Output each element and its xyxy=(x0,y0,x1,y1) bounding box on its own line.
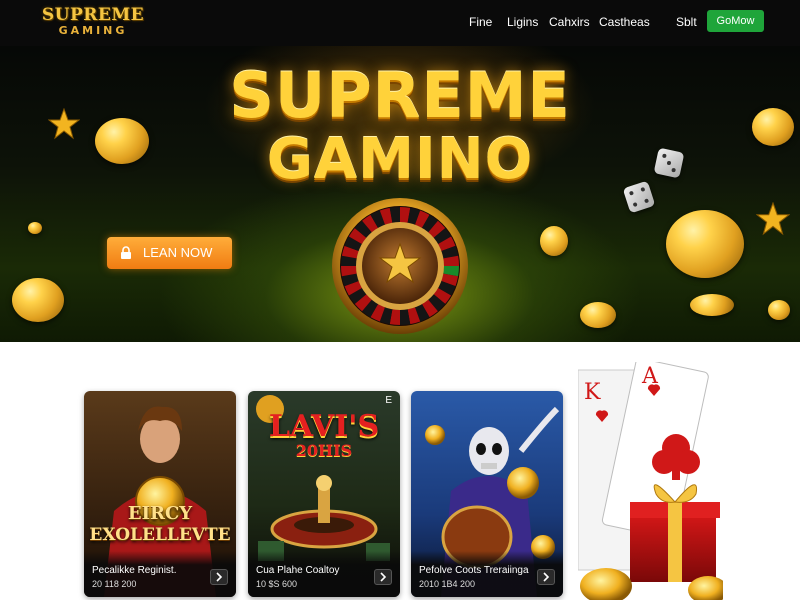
card-meta: 20 118 200 xyxy=(92,579,137,589)
card-meta: 2010 1B4 200 xyxy=(419,579,476,589)
nav-cta-button[interactable]: GoMow xyxy=(707,10,764,32)
nav-link-fine[interactable]: Fine xyxy=(469,14,492,30)
gold-coin-icon xyxy=(12,278,64,322)
card-rank-a: A xyxy=(642,364,658,389)
game-card[interactable]: LAVI'S 20HIS E Cua Plahe Coaltoy 10 $S 6… xyxy=(248,391,400,597)
gold-coin-icon xyxy=(95,118,149,164)
gold-coin-icon xyxy=(690,294,734,316)
card-art-text-line1: EIRCY xyxy=(127,503,193,524)
nav-link-sblt[interactable]: Sblt xyxy=(676,14,697,30)
chevron-right-icon[interactable] xyxy=(374,569,392,585)
logo-wordmark: SUPREME xyxy=(41,5,145,25)
gold-coin-icon xyxy=(666,210,744,278)
card-title: Pefolve Coots Treraiinga xyxy=(419,565,529,576)
gold-coin-icon xyxy=(768,300,790,320)
nav-link-cahxirs[interactable]: Cahxirs xyxy=(549,14,590,30)
card-title: Cua Plahe Coaltoy xyxy=(256,565,340,576)
promo-panel[interactable]: K A xyxy=(578,362,723,600)
gold-coin-icon xyxy=(752,108,794,146)
card-art-text-line2: EXOLELLEVTE xyxy=(89,525,231,545)
chevron-right-icon[interactable] xyxy=(210,569,228,585)
top-navbar: SUPREME GAMING Fine Ligins Cahxirs Casth… xyxy=(0,0,800,46)
chevron-right-icon[interactable] xyxy=(537,569,555,585)
star-icon xyxy=(756,202,790,236)
card-corner-glyph: E xyxy=(385,395,392,406)
roulette-wheel-icon xyxy=(332,198,468,334)
card-art-text-line1: LAVI'S xyxy=(268,409,380,444)
card-title: Pecalikke Reginist. xyxy=(92,565,177,576)
hero-banner: SUPREME GAMINO LEAN NOW xyxy=(0,46,800,342)
card-footer: Pefolve Coots Treraiinga 2010 1B4 200 xyxy=(411,551,563,597)
gold-coin-icon xyxy=(28,222,42,234)
star-icon xyxy=(48,108,80,140)
gold-coin-icon xyxy=(580,302,616,328)
logo-subtitle: GAMING xyxy=(58,24,128,37)
nav-link-ligins[interactable]: Ligins xyxy=(507,14,538,30)
lock-icon xyxy=(121,246,131,259)
card-meta: 10 $S 600 xyxy=(256,579,298,589)
game-card[interactable]: Pefolve Coots Treraiinga 2010 1B4 200 xyxy=(411,391,563,597)
nav-link-castheas[interactable]: Castheas xyxy=(599,14,650,30)
gold-coin-icon xyxy=(540,226,568,256)
card-footer: Pecalikke Reginist. 20 118 200 xyxy=(84,551,236,597)
hero-cta-label: LEAN NOW xyxy=(143,245,213,260)
brand-logo[interactable]: SUPREME GAMING xyxy=(38,6,148,40)
card-rank-k: K xyxy=(584,380,601,405)
card-footer: Cua Plahe Coaltoy 10 $S 600 xyxy=(248,551,400,597)
dice-icon xyxy=(653,147,685,179)
game-card[interactable]: EIRCY EXOLELLEVTE Pecalikke Reginist. 20… xyxy=(84,391,236,597)
card-art-text-line2: 20HIS xyxy=(295,441,353,460)
hero-cta-button[interactable]: LEAN NOW xyxy=(107,237,232,269)
